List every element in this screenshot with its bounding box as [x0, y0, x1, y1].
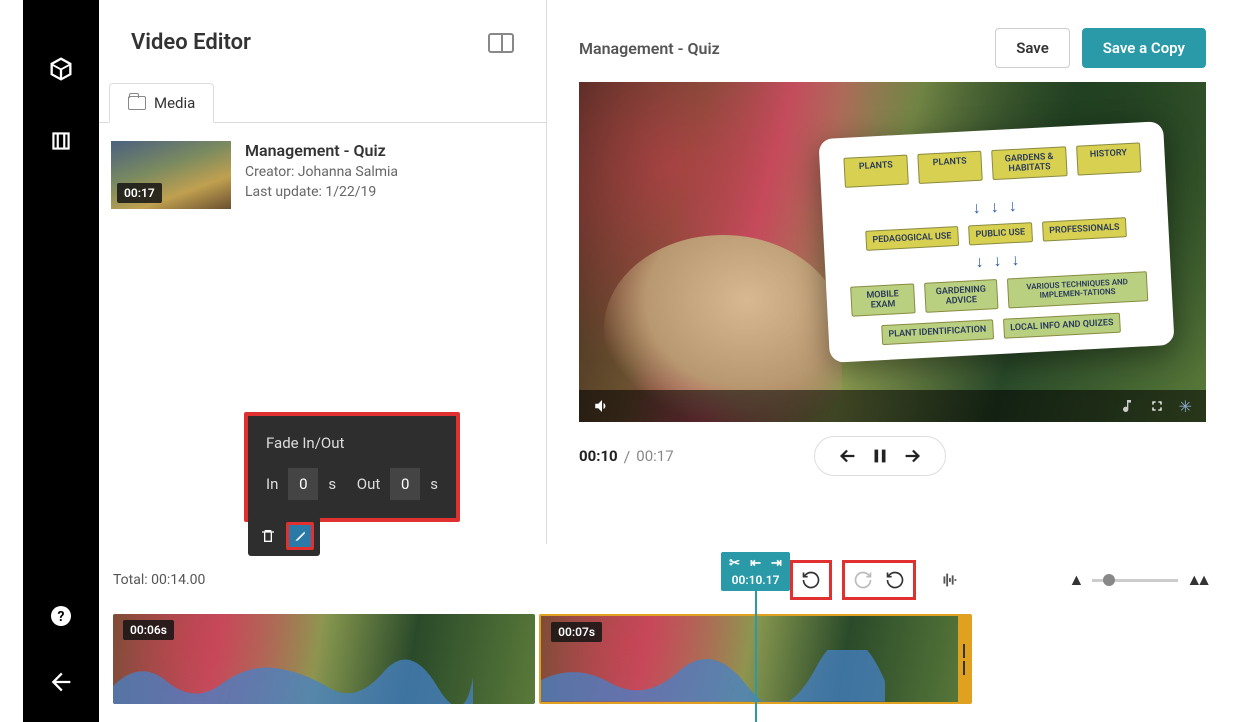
- tab-media-label: Media: [154, 94, 195, 112]
- next-frame-button[interactable]: [901, 445, 923, 467]
- set-in-icon[interactable]: ⇤: [750, 556, 761, 571]
- pause-button[interactable]: [869, 445, 891, 467]
- page-title: Video Editor: [131, 30, 488, 55]
- media-title: Management - Quiz: [245, 141, 398, 160]
- clip-right-handle[interactable]: [958, 616, 970, 702]
- timeline-area: Total: 00:14.00 ▲ ▲▲: [99, 544, 1238, 722]
- media-updated: Last update: 1/22/19: [245, 184, 398, 200]
- highlight-reset: [790, 560, 832, 600]
- timeline[interactable]: 00:06s 00:07s ✂ ⇤ ⇥ 00:10.17: [113, 614, 1224, 704]
- media-creator: Creator: Johanna Salmia: [245, 164, 398, 180]
- playhead-time: 00:10.17: [732, 573, 780, 587]
- media-tabs: Media: [99, 83, 546, 123]
- delete-clip-button[interactable]: [254, 522, 282, 550]
- clip-1[interactable]: 00:06s: [113, 614, 535, 704]
- clip-1-duration: 00:06s: [123, 620, 174, 640]
- fade-in-label: In: [266, 475, 278, 493]
- fade-out-input[interactable]: [390, 468, 420, 500]
- fade-out-unit: s: [430, 475, 438, 493]
- duration: 00:17: [636, 447, 673, 465]
- playhead-cap: ✂ ⇤ ⇥ 00:10.17: [721, 552, 790, 591]
- fullscreen-icon[interactable]: [1149, 398, 1165, 414]
- help-icon[interactable]: ?: [49, 604, 73, 628]
- zoom-slider[interactable]: [1092, 579, 1178, 582]
- preview-title: Management - Quiz: [579, 39, 983, 58]
- tab-media[interactable]: Media: [109, 83, 214, 123]
- fade-title: Fade In/Out: [266, 434, 438, 452]
- waveform-icon[interactable]: [934, 565, 964, 595]
- fade-tool-button[interactable]: [286, 522, 314, 550]
- fade-in-unit: s: [328, 475, 336, 493]
- outer-margin: [0, 0, 23, 722]
- playhead[interactable]: ✂ ⇤ ⇥ 00:10.17: [755, 582, 757, 722]
- total-duration: Total: 00:14.00: [113, 572, 205, 588]
- thumb-duration: 00:17: [117, 183, 162, 203]
- scene-tablet: PLANTSPLANTSGARDENS & HABITATSHISTORY ↓↓…: [818, 121, 1174, 363]
- save-a-copy-button[interactable]: Save a Copy: [1082, 28, 1206, 68]
- zoom-out-icon[interactable]: ▲: [1068, 570, 1084, 590]
- main-area: Video Editor Media 00:17 Management - Qu…: [99, 0, 1238, 722]
- kaltura-logo-icon[interactable]: ✳: [1179, 397, 1192, 416]
- fade-out-label: Out: [357, 475, 381, 493]
- undo-icon[interactable]: [881, 566, 909, 594]
- clip-2-duration: 00:07s: [551, 622, 602, 642]
- prev-frame-button[interactable]: [837, 445, 859, 467]
- fade-in-input[interactable]: [288, 468, 318, 500]
- zoom-in-icon[interactable]: ▲▲: [1186, 570, 1206, 590]
- redo-icon: [849, 566, 877, 594]
- cube-icon[interactable]: [47, 55, 75, 83]
- reset-icon[interactable]: [797, 566, 825, 594]
- fade-popover: Fade In/Out In s Out s: [244, 412, 460, 522]
- volume-icon[interactable]: [593, 397, 611, 415]
- save-button[interactable]: Save: [995, 28, 1070, 68]
- video-player[interactable]: PLANTSPLANTSGARDENS & HABITATSHISTORY ↓↓…: [579, 82, 1206, 422]
- clip-tools: [248, 516, 320, 556]
- highlight-undo-redo: [842, 560, 916, 600]
- media-item[interactable]: 00:17 Management - Quiz Creator: Johanna…: [99, 123, 546, 227]
- playback-controls: [814, 436, 946, 476]
- current-time: 00:10: [579, 447, 618, 465]
- preview-panel: Management - Quiz Save Save a Copy PLANT…: [547, 0, 1238, 544]
- folder-icon: [128, 96, 146, 110]
- audio-track-icon[interactable]: [1119, 398, 1135, 414]
- scissors-icon[interactable]: ✂: [729, 556, 740, 571]
- layout-toggle-icon[interactable]: [488, 33, 514, 53]
- media-thumbnail: 00:17: [111, 141, 231, 209]
- svg-text:?: ?: [58, 609, 65, 625]
- left-rail: ?: [23, 0, 99, 722]
- back-icon[interactable]: [47, 668, 75, 696]
- set-out-icon[interactable]: ⇥: [771, 556, 782, 571]
- filmstrip-icon[interactable]: [48, 128, 74, 154]
- video-frame: PLANTSPLANTSGARDENS & HABITATSHISTORY ↓↓…: [579, 82, 1206, 422]
